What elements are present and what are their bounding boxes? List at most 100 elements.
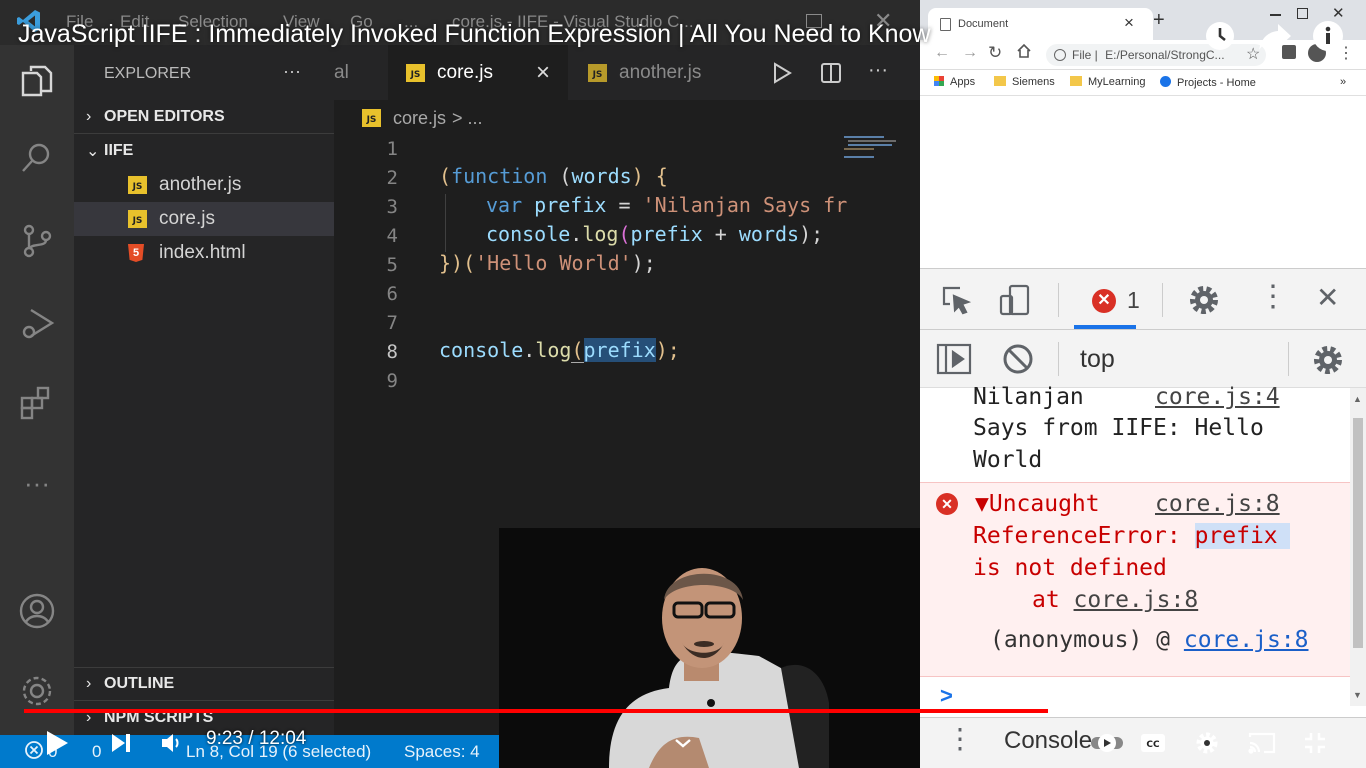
error-header[interactable]: ▼Uncaught: [975, 491, 1100, 517]
divider: [1058, 342, 1059, 376]
tab-core-js[interactable]: JS core.js ×: [388, 45, 568, 100]
extensions-icon[interactable]: [17, 383, 57, 423]
code-token: 'Hello World': [475, 251, 632, 275]
more-icon[interactable]: ···: [17, 463, 57, 503]
code-token: (: [618, 222, 631, 246]
scroll-thumb[interactable]: [1353, 418, 1363, 648]
error-count-badge[interactable]: ✕ 1: [1092, 287, 1140, 314]
console-scrollbar[interactable]: ▲ ▼: [1350, 388, 1366, 706]
open-editors-section[interactable]: › OPEN EDITORS: [74, 102, 334, 132]
stack-link[interactable]: core.js:8: [1184, 627, 1309, 653]
browser-tab[interactable]: Document ×: [928, 8, 1153, 40]
devtools-menu-icon[interactable]: ⋮: [1258, 279, 1288, 314]
close-tab-icon[interactable]: ×: [1124, 13, 1134, 33]
divider: [74, 667, 334, 668]
inspect-element-icon[interactable]: [940, 284, 972, 321]
home-icon[interactable]: [1016, 43, 1032, 64]
link-icon: [1160, 76, 1171, 87]
outline-section[interactable]: › OUTLINE: [74, 669, 334, 699]
bookmarks-bar: Apps Siemens MyLearning Projects - Home …: [920, 70, 1366, 96]
code-token: (: [463, 251, 476, 275]
autoplay-toggle[interactable]: [1090, 726, 1124, 760]
js-file-icon: JS: [588, 63, 607, 82]
run-icon[interactable]: [771, 62, 793, 89]
watch-later-icon[interactable]: [1204, 20, 1236, 57]
js-file-icon: JS: [128, 210, 147, 228]
volume-icon[interactable]: [155, 726, 189, 760]
bookmarks-more[interactable]: »: [1340, 76, 1346, 88]
file-label: another.js: [159, 174, 242, 195]
device-toggle-icon[interactable]: [998, 283, 1032, 322]
tab-another-js[interactable]: JS another.js: [570, 45, 750, 100]
share-icon[interactable]: [1258, 22, 1292, 57]
sidebar-toggle-icon[interactable]: [936, 343, 972, 380]
maximize-icon[interactable]: [1297, 8, 1308, 19]
tab-partial[interactable]: al: [334, 45, 388, 100]
divider: [1058, 283, 1059, 317]
subtitles-icon[interactable]: CC: [1136, 726, 1170, 760]
source-control-icon[interactable]: [17, 221, 57, 261]
bookmark-apps[interactable]: Apps: [934, 76, 975, 88]
devtools-settings-icon[interactable]: [1186, 282, 1222, 323]
back-icon[interactable]: ←: [934, 44, 950, 62]
close-tab-icon[interactable]: ×: [536, 59, 550, 87]
run-debug-icon[interactable]: [17, 303, 57, 343]
breadcrumb-rest[interactable]: > ...: [452, 108, 483, 129]
page-favicon-icon: [940, 18, 951, 31]
code-line-2: (function (words) {: [439, 164, 668, 188]
log-message: Says from IIFE: Hello: [973, 415, 1264, 441]
chevron-down-icon[interactable]: [666, 726, 700, 760]
account-icon[interactable]: [17, 591, 57, 631]
new-tab-button[interactable]: +: [1153, 9, 1165, 32]
editor-more-button[interactable]: ···: [868, 59, 888, 82]
cast-icon[interactable]: [1245, 726, 1279, 760]
file-index-html[interactable]: 5 index.html: [74, 236, 334, 270]
bookmark-siemens[interactable]: Siemens: [994, 76, 1055, 88]
file-label: index.html: [159, 242, 246, 263]
breadcrumb-file[interactable]: core.js: [393, 108, 446, 129]
folder-iife[interactable]: ⌄ IIFE: [74, 136, 334, 166]
console-settings-icon[interactable]: [1310, 342, 1346, 383]
explorer-title: EXPLORER: [104, 65, 192, 82]
play-icon[interactable]: [40, 726, 74, 760]
search-icon[interactable]: [17, 138, 57, 178]
settings-gear-icon[interactable]: [1190, 726, 1224, 760]
file-core-js[interactable]: JS core.js: [74, 202, 334, 236]
code-token: function: [451, 164, 548, 188]
split-editor-icon[interactable]: [820, 62, 842, 89]
explorer-icon[interactable]: [17, 61, 57, 101]
code-token: console: [439, 338, 524, 362]
forward-icon[interactable]: →: [962, 44, 978, 62]
context-selector[interactable]: top: [1080, 345, 1115, 374]
code-token: .: [523, 338, 536, 362]
clear-console-icon[interactable]: [1002, 343, 1034, 380]
bookmark-mylearning[interactable]: MyLearning: [1070, 76, 1145, 88]
minimize-icon[interactable]: [1270, 14, 1281, 16]
reload-icon[interactable]: ↻: [988, 43, 1002, 63]
code-token: (: [439, 164, 452, 188]
minimap[interactable]: [838, 134, 900, 164]
prompt-caret: >: [940, 683, 953, 708]
indent-guide: [445, 194, 446, 252]
error-type: ReferenceError:: [973, 523, 1195, 549]
settings-gear-icon[interactable]: [17, 671, 57, 711]
code-token: );: [655, 338, 680, 362]
error-message: ReferenceError: prefix: [973, 523, 1290, 549]
activity-bar: ···: [0, 45, 74, 735]
fullscreen-icon[interactable]: [1298, 726, 1332, 760]
scroll-up-icon[interactable]: ▲: [1353, 394, 1362, 404]
code-token: +: [702, 222, 739, 246]
bookmark-projects-home[interactable]: Projects - Home: [1160, 76, 1256, 89]
error-source-link[interactable]: core.js:8: [1155, 491, 1280, 517]
file-another-js[interactable]: JS another.js: [74, 168, 334, 202]
log-source-link[interactable]: core.js:4: [1155, 384, 1280, 410]
scroll-down-icon[interactable]: ▼: [1353, 690, 1362, 700]
close-devtools-icon[interactable]: ✕: [1316, 281, 1339, 314]
info-icon[interactable]: [1312, 20, 1344, 57]
next-icon[interactable]: [104, 726, 138, 760]
video-title[interactable]: JavaScript IIFE : Immediately Invoked Fu…: [18, 20, 931, 49]
stack-link[interactable]: core.js:8: [1074, 587, 1199, 613]
explorer-more-button[interactable]: ···: [283, 61, 301, 82]
progress-bar[interactable]: [24, 709, 1342, 713]
line-number: 1: [386, 138, 398, 160]
